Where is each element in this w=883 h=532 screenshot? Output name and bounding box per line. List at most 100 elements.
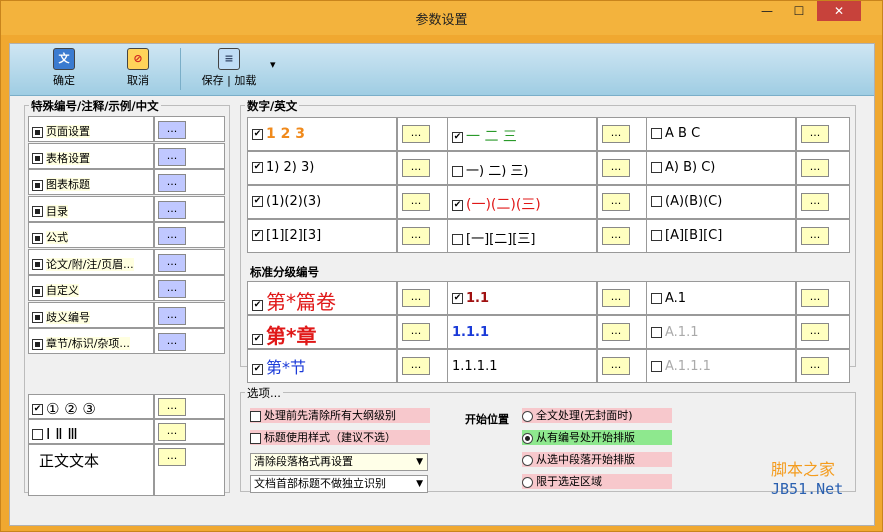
left-item-checkbox[interactable]: 自定义 xyxy=(32,282,79,298)
level-option[interactable]: ✔ 第*篇卷 xyxy=(252,286,336,315)
level-option[interactable]: 1.1.1 xyxy=(452,325,489,340)
checkbox-filled-icon[interactable] xyxy=(32,232,43,244)
num-option[interactable]: ✔ (一)(二)(三) xyxy=(452,194,541,214)
checkbox-icon[interactable] xyxy=(452,234,463,245)
level-more-button[interactable]: ... xyxy=(801,323,829,341)
num-more-button[interactable]: ... xyxy=(801,125,829,143)
checkbox-icon[interactable] xyxy=(452,166,463,177)
checkbox-filled-icon[interactable] xyxy=(32,259,43,270)
left-item-more-button[interactable]: ... xyxy=(158,121,186,139)
level-option[interactable]: A.1.1.1 xyxy=(651,359,711,374)
radio-from-selected[interactable]: 从选中段落开始排版 xyxy=(522,452,672,467)
num-option[interactable]: A) B) C) xyxy=(651,160,715,175)
radio-selection-only[interactable]: 限于选定区域 xyxy=(522,474,672,489)
num-more-button[interactable]: ... xyxy=(801,193,829,211)
num-option[interactable]: [A][B][C] xyxy=(651,228,722,243)
left-item-checkbox[interactable]: 图表标题 xyxy=(32,176,90,192)
checkbox-icon[interactable] xyxy=(651,230,662,241)
left-item-checkbox[interactable]: 公式 xyxy=(32,229,68,245)
num-option[interactable]: 一) 二) 三) xyxy=(452,160,528,179)
left-item-checkbox[interactable]: 论文/附/注/页眉... xyxy=(32,256,134,272)
left-extra-more-button[interactable]: ... xyxy=(158,448,186,466)
num-option[interactable]: ✔ 一 二 三 xyxy=(452,126,517,146)
left-extra-roman-numbers[interactable]: Ⅰ Ⅱ Ⅲ xyxy=(32,425,78,443)
checkbox-checked-icon[interactable]: ✔ xyxy=(452,200,463,211)
level-option[interactable]: ✔ 1.1 xyxy=(452,291,489,306)
checkbox-icon[interactable] xyxy=(651,327,662,338)
level-more-button[interactable]: ... xyxy=(402,289,430,307)
left-extra-more-button[interactable]: ... xyxy=(158,398,186,416)
left-item-more-button[interactable]: ... xyxy=(158,333,186,351)
checkbox-filled-icon[interactable] xyxy=(32,153,43,164)
num-option[interactable]: A B C xyxy=(651,126,700,141)
level-more-button[interactable]: ... xyxy=(402,357,430,375)
left-item-checkbox[interactable]: 页面设置 xyxy=(32,123,90,139)
checkbox-checked-icon[interactable]: ✔ xyxy=(252,334,263,345)
title-recognize-select[interactable]: 文档首部标题不做独立识别 ▼ xyxy=(250,475,428,493)
num-more-button[interactable]: ... xyxy=(602,227,630,245)
left-item-more-button[interactable]: ... xyxy=(158,174,186,192)
left-item-more-button[interactable]: ... xyxy=(158,227,186,245)
num-option[interactable]: ✔ 1) 2) 3) xyxy=(252,160,314,175)
left-item-more-button[interactable]: ... xyxy=(158,280,186,298)
maximize-button[interactable]: ☐ xyxy=(785,1,813,21)
checkbox-checked-icon[interactable]: ✔ xyxy=(252,196,263,207)
confirm-button[interactable]: 文 确定 xyxy=(46,48,82,88)
left-extra-body-text[interactable]: 正文文本 xyxy=(39,450,99,471)
checkbox-icon[interactable] xyxy=(651,293,662,304)
left-item-more-button[interactable]: ... xyxy=(158,147,186,166)
checkbox-icon[interactable] xyxy=(32,429,43,440)
checkbox-checked-icon[interactable]: ✔ xyxy=(452,293,463,304)
use-style-box[interactable] xyxy=(250,432,261,444)
save-load-button[interactable]: ≡ 保存 | 加载 xyxy=(198,48,260,88)
left-item-checkbox[interactable]: 歧义编号 xyxy=(32,309,90,325)
num-more-button[interactable]: ... xyxy=(402,193,430,211)
format-select[interactable]: 清除段落格式再设置 ▼ xyxy=(250,453,428,471)
level-option[interactable]: A.1.1 xyxy=(651,325,698,340)
level-option[interactable]: ✔ 第*节 xyxy=(252,354,306,378)
close-button[interactable]: ✕ xyxy=(817,1,861,21)
left-extra-more-button[interactable]: ... xyxy=(158,423,186,441)
num-option[interactable]: ✔ 1 2 3 xyxy=(252,126,305,142)
checkbox-filled-icon[interactable] xyxy=(32,179,43,191)
checkbox-filled-icon[interactable] xyxy=(32,285,43,297)
clear-outline-box[interactable] xyxy=(250,410,261,422)
num-more-button[interactable]: ... xyxy=(801,159,829,177)
left-extra-circ-numbers[interactable]: ✔ ① ② ③ xyxy=(32,400,96,418)
level-option[interactable]: A.1 xyxy=(651,291,686,306)
clear-outline-checkbox[interactable]: 处理前先清除所有大纲级别 xyxy=(250,408,430,423)
left-item-more-button[interactable]: ... xyxy=(158,200,186,219)
level-more-button[interactable]: ... xyxy=(801,289,829,307)
use-style-checkbox[interactable]: 标题使用样式（建议不选） xyxy=(250,430,430,445)
radio-full-text[interactable]: 全文处理(无封面时) xyxy=(522,408,672,423)
left-item-more-button[interactable]: ... xyxy=(158,306,186,325)
checkbox-filled-icon[interactable] xyxy=(32,312,43,323)
checkbox-filled-icon[interactable] xyxy=(32,206,43,217)
left-item-checkbox[interactable]: 章节/标识/杂项... xyxy=(32,335,130,351)
checkbox-icon[interactable] xyxy=(651,361,662,372)
num-more-button[interactable]: ... xyxy=(801,227,829,245)
num-more-button[interactable]: ... xyxy=(602,159,630,177)
level-more-button[interactable]: ... xyxy=(801,357,829,375)
radio-from-numbered[interactable]: 从有编号处开始排版 xyxy=(522,430,672,445)
level-option[interactable]: ✔ 第*章 xyxy=(252,320,316,349)
num-option[interactable]: ✔ [1][2][3] xyxy=(252,228,321,243)
level-option[interactable]: 1.1.1.1 xyxy=(452,359,497,374)
checkbox-icon[interactable] xyxy=(651,196,662,207)
checkbox-checked-icon[interactable]: ✔ xyxy=(252,364,263,375)
minimize-button[interactable]: — xyxy=(753,1,781,21)
left-item-checkbox[interactable]: 目录 xyxy=(32,203,68,219)
level-more-button[interactable]: ... xyxy=(602,289,630,307)
num-option[interactable]: [一][二][三] xyxy=(452,228,535,247)
checkbox-checked-icon[interactable]: ✔ xyxy=(252,230,263,241)
num-more-button[interactable]: ... xyxy=(602,125,630,143)
save-load-dropdown[interactable]: ▾ xyxy=(270,58,276,71)
level-more-button[interactable]: ... xyxy=(602,357,630,375)
checkbox-icon[interactable] xyxy=(651,128,662,139)
checkbox-filled-icon[interactable] xyxy=(32,338,43,350)
level-more-button[interactable]: ... xyxy=(402,323,430,341)
checkbox-icon[interactable] xyxy=(651,162,662,173)
level-more-button[interactable]: ... xyxy=(602,323,630,341)
num-more-button[interactable]: ... xyxy=(402,227,430,245)
num-option[interactable]: ✔ (1)(2)(3) xyxy=(252,194,321,209)
